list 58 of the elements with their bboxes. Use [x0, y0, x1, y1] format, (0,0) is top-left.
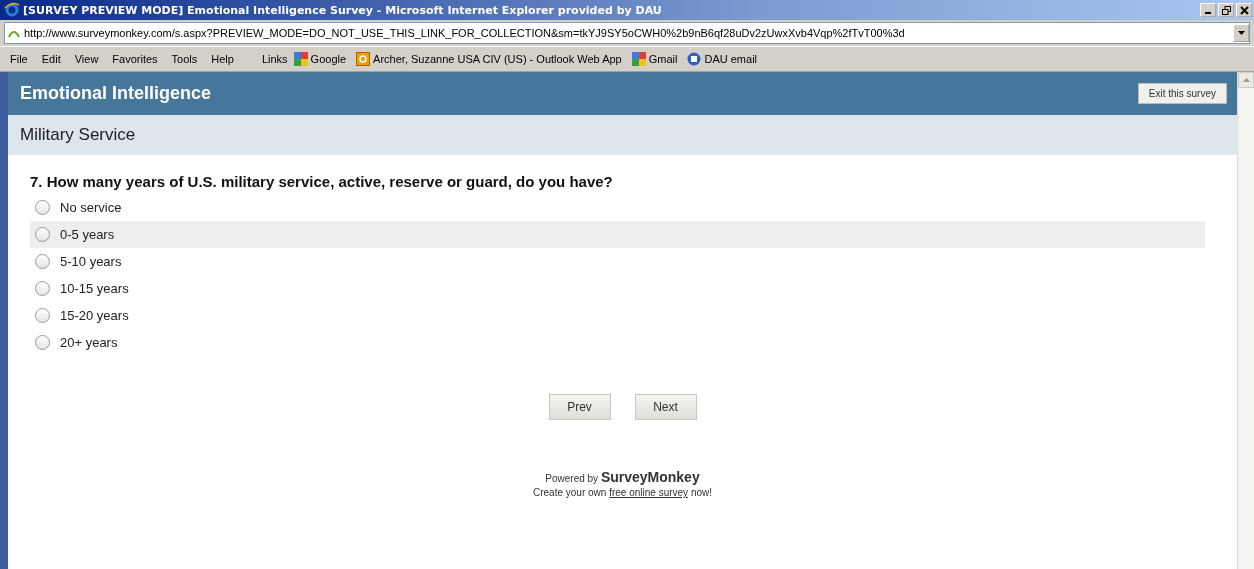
address-text: http://www.surveymonkey.com/s.aspx?PREVIEW_MODE=DO_NOT_USE_THIS_LINK_FOR_COLLECTION&sm=tkYJ9SY5oCWH0%2b9nB6qf28uDv2zUwxXvb4Vqp%2fTvT00%3d	[24, 27, 906, 39]
bookmark-link[interactable]: Archer, Suzanne USA CIV (US) - Outlook Web App	[356, 52, 622, 66]
option-label: 10-15 years	[60, 281, 129, 296]
scroll-up-button[interactable]	[1238, 72, 1254, 88]
footer-text: now!	[690, 487, 712, 498]
nav-button[interactable]: Next	[634, 394, 697, 420]
globe-icon	[687, 52, 702, 66]
dropdown-button[interactable]	[1233, 24, 1249, 42]
option-label: 15-20 years	[60, 308, 129, 323]
minimize-button[interactable]	[1200, 3, 1216, 17]
option-row[interactable]: No service	[30, 194, 1205, 221]
caret-icon	[1242, 78, 1250, 82]
close-icon	[1239, 5, 1249, 15]
menu-item[interactable]: View	[74, 53, 99, 65]
option-label: No service	[60, 200, 122, 215]
option-row[interactable]: 5-10 years	[30, 248, 1205, 275]
option-row[interactable]: 10-15 years	[30, 275, 1205, 302]
bookmark-link[interactable]: Google	[293, 52, 347, 66]
restore-icon	[1221, 5, 1231, 15]
radio-button[interactable]	[35, 281, 50, 296]
browser-logo-icon	[4, 2, 20, 18]
radio-button[interactable]	[35, 254, 50, 269]
nav-button[interactable]: Prev	[548, 394, 611, 420]
radio-button[interactable]	[35, 308, 50, 323]
menu-item[interactable]: File	[10, 53, 28, 65]
radio-button[interactable]	[35, 335, 50, 350]
menu-item[interactable]: Favorites	[112, 53, 158, 65]
close-button[interactable]	[1236, 3, 1252, 17]
survey-title: Emotional Intelligence	[20, 83, 212, 104]
radio-button[interactable]	[35, 227, 50, 242]
bookmark-link[interactable]: Gmail	[631, 52, 678, 66]
section-title: Military Service	[20, 125, 136, 145]
exit-survey-button[interactable]: Exit this survey	[1137, 83, 1227, 104]
window-title: [SURVEY PREVIEW MODE] Emotional Intelligence Survey - Microsoft Internet Explorer provided by DAU	[23, 3, 663, 17]
option-label: 20+ years	[60, 335, 118, 350]
question-text: 7. How many years of U.S. military service, active, reserve or guard, do you have?	[29, 172, 614, 192]
menu-item[interactable]: Tools	[171, 53, 198, 65]
caret-icon	[1237, 31, 1245, 35]
scrollbar[interactable]	[1237, 72, 1254, 569]
google-icon	[293, 52, 308, 66]
google-icon	[631, 52, 646, 66]
footer-text: Create your own	[533, 487, 607, 498]
option-row[interactable]: 15-20 years	[30, 302, 1205, 329]
brand-name: SurveyMonkey	[600, 469, 700, 485]
radio-button[interactable]	[35, 200, 50, 215]
outlook-icon	[356, 52, 371, 66]
option-row[interactable]: 20+ years	[30, 329, 1205, 356]
survey-link[interactable]: free online survey	[609, 487, 689, 498]
option-label: 0-5 years	[60, 227, 115, 242]
powered-by-text: Powered by	[545, 473, 599, 484]
menu-item[interactable]: Help	[211, 53, 234, 65]
bookmark-link[interactable]: DAU email	[687, 52, 758, 66]
option-label: 5-10 years	[60, 254, 122, 269]
links-label: Links	[261, 53, 288, 65]
address-bar[interactable]: http://www.surveymonkey.com/s.aspx?PREVIEW_MODE=DO_NOT_USE_THIS_LINK_FOR_COLLECTION&sm=tkYJ9SY5oCWH0%2b9nB6qf28uDv2zUwxXvb4Vqp%2fTvT00%3d	[4, 22, 1250, 44]
restore-button[interactable]	[1218, 3, 1234, 17]
highlighted-option-row[interactable]: 0-5 years	[30, 221, 1205, 248]
menu-item[interactable]: Edit	[41, 53, 61, 65]
